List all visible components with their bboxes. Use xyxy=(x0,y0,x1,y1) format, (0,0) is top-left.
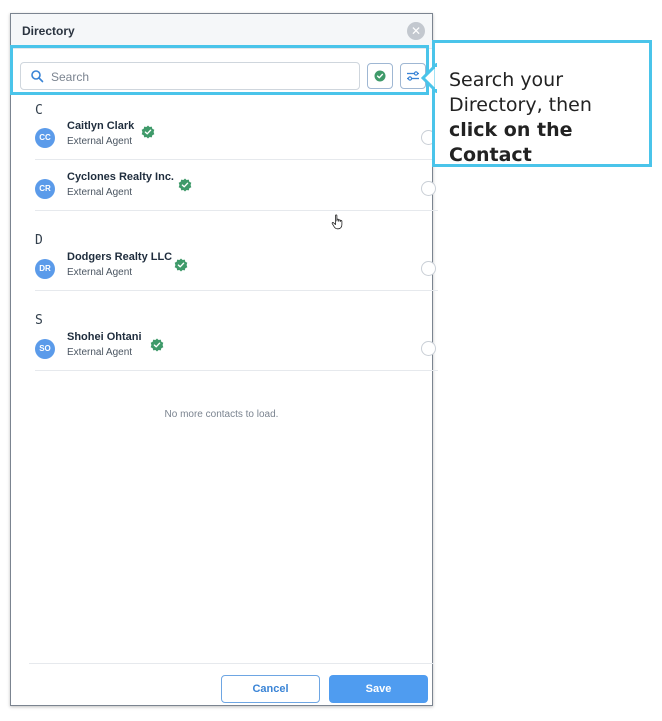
callout-text-bold: click on the Contact xyxy=(449,119,573,166)
hand-cursor-icon xyxy=(331,214,343,230)
divider xyxy=(35,210,438,211)
select-radio[interactable] xyxy=(421,261,436,276)
save-button[interactable]: Save xyxy=(329,675,428,703)
contact-row[interactable]: CR Cyclones Realty Inc. External Agent xyxy=(35,171,438,213)
contact-role: External Agent xyxy=(67,136,133,147)
contact-name: Cyclones Realty Inc. xyxy=(67,171,174,183)
divider xyxy=(35,159,438,160)
footer-divider xyxy=(29,663,434,664)
callout-text-plain: Search your Directory, then xyxy=(449,69,592,116)
select-radio[interactable] xyxy=(421,181,436,196)
divider xyxy=(35,370,438,371)
directory-modal: Directory ✕ C CC C xyxy=(10,13,438,706)
search-input[interactable] xyxy=(49,67,353,87)
no-more-contacts-text: No more contacts to load. xyxy=(164,409,279,420)
cancel-button[interactable]: Cancel xyxy=(221,675,320,703)
callout-text: Search your Directory, then click on the… xyxy=(449,68,645,168)
verified-badge-icon xyxy=(141,125,155,139)
verified-badge-icon xyxy=(174,258,188,272)
avatar: SO xyxy=(35,339,55,359)
avatar: DR xyxy=(35,259,55,279)
modal-title: Directory xyxy=(22,24,75,38)
avatar: CR xyxy=(35,179,55,199)
search-row xyxy=(19,62,426,92)
contact-role: External Agent xyxy=(67,347,133,358)
avatar: CC xyxy=(35,128,55,148)
contact-role: External Agent xyxy=(67,187,133,198)
contact-row[interactable]: CC Caitlyn Clark External Agent xyxy=(35,120,438,162)
contact-row[interactable]: DR Dodgers Realty LLC External Agent xyxy=(35,251,438,293)
verified-check-icon xyxy=(374,70,386,82)
instruction-callout: Search your Directory, then click on the… xyxy=(421,40,652,168)
search-icon xyxy=(31,70,44,83)
verified-badge-icon xyxy=(178,178,192,192)
section-letter-c: C xyxy=(35,103,43,118)
contact-row[interactable]: SO Shohei Ohtani External Agent xyxy=(35,331,438,373)
divider xyxy=(35,290,438,291)
section-letter-s: S xyxy=(35,313,43,328)
contact-name: Shohei Ohtani xyxy=(67,331,142,343)
verified-badge-icon xyxy=(150,338,164,352)
callout-pointer xyxy=(421,63,437,93)
contact-role: External Agent xyxy=(67,267,133,278)
contact-name: Caitlyn Clark xyxy=(67,120,135,132)
select-radio[interactable] xyxy=(421,341,436,356)
section-letter-d: D xyxy=(35,233,43,248)
verified-filter-button[interactable] xyxy=(367,63,393,89)
close-icon[interactable]: ✕ xyxy=(407,22,425,40)
search-box[interactable] xyxy=(20,62,360,90)
modal-header: Directory ✕ xyxy=(11,14,432,49)
contact-name: Dodgers Realty LLC xyxy=(67,251,173,263)
